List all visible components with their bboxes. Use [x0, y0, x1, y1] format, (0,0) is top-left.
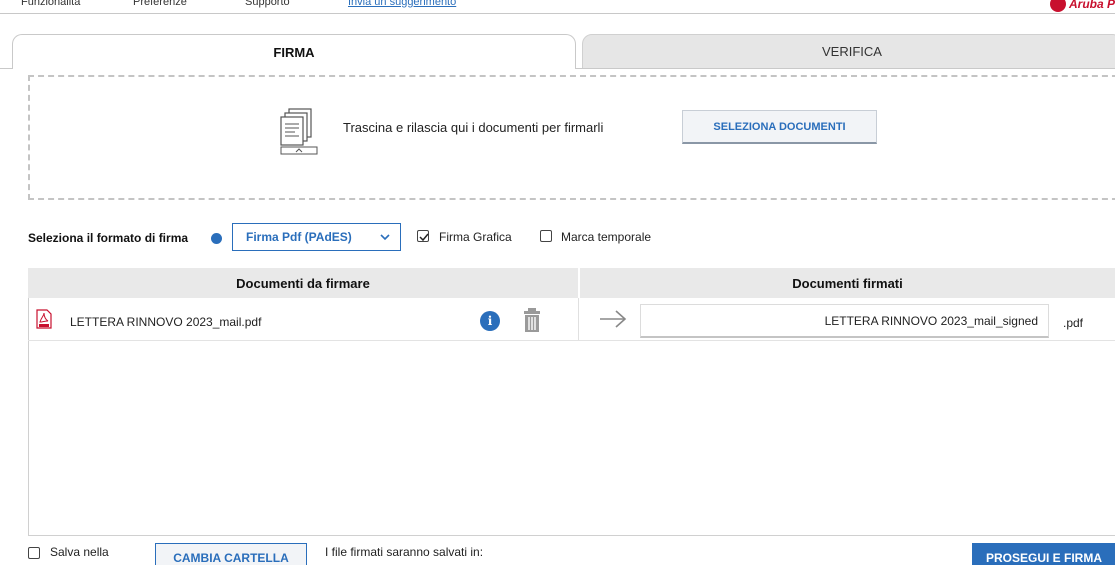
drop-zone[interactable]: Trascina e rilascia qui i documenti per … — [28, 75, 1115, 200]
format-info-icon[interactable] — [211, 233, 222, 244]
marca-temporale-label: Marca temporale — [561, 230, 652, 244]
proceed-and-sign-button[interactable]: PROSEGUI E FIRMA — [972, 543, 1115, 565]
drop-instructions: Trascina e rilascia qui i documenti per … — [343, 120, 604, 135]
row-divider — [28, 340, 1115, 341]
save-location-info: I file firmati saranno salvati in: — [325, 545, 484, 559]
check-icon — [419, 233, 429, 242]
menu-supporto[interactable]: Supporto — [245, 0, 290, 8]
brand-name: Aruba P — [1068, 0, 1115, 11]
row-separator — [578, 298, 579, 340]
trash-icon[interactable] — [523, 307, 541, 333]
format-select[interactable]: Firma Pdf (PAdES) — [232, 223, 401, 251]
save-in-folder-checkbox[interactable] — [28, 547, 40, 559]
signed-filename-field[interactable]: LETTERA RINNOVO 2023_mail_signed — [640, 304, 1049, 338]
tab-verifica[interactable]: VERIFICA — [582, 34, 1115, 69]
signed-file-extension: .pdf — [1063, 316, 1084, 330]
menu-funzionalita[interactable]: Funzionalità — [21, 0, 80, 8]
documents-icon — [280, 108, 318, 155]
firma-grafica-checkbox[interactable] — [417, 230, 429, 242]
suggest-link[interactable]: Invia un suggerimento — [348, 0, 456, 8]
brand-logo: Aruba P — [1049, 0, 1115, 12]
format-label: Seleziona il formato di firma — [28, 231, 189, 245]
header-documenti-firmati: Documenti firmati — [580, 268, 1115, 298]
change-folder-button[interactable]: CAMBIA CARTELLA — [155, 543, 307, 565]
select-documents-button[interactable]: SELEZIONA DOCUMENTI — [682, 110, 877, 144]
pdf-icon — [36, 309, 52, 329]
chevron-down-icon — [380, 234, 390, 241]
document-info-button[interactable]: i — [480, 311, 500, 331]
menu-bar: Funzionalità Preferenze Supporto Invia u… — [0, 0, 1115, 14]
save-in-folder-label: Salva nella — [50, 545, 109, 559]
aruba-logo-icon — [1049, 0, 1066, 12]
arrow-right-icon — [600, 310, 627, 328]
tab-firma[interactable]: FIRMA — [12, 34, 576, 69]
header-documenti-da-firmare: Documenti da firmare — [28, 268, 578, 298]
document-name: LETTERA RINNOVO 2023_mail.pdf — [70, 315, 262, 329]
menu-preferenze[interactable]: Preferenze — [133, 0, 187, 8]
marca-temporale-checkbox[interactable] — [540, 230, 552, 242]
format-selected-value: Firma Pdf (PAdES) — [246, 230, 352, 244]
firma-grafica-label: Firma Grafica — [439, 230, 512, 244]
